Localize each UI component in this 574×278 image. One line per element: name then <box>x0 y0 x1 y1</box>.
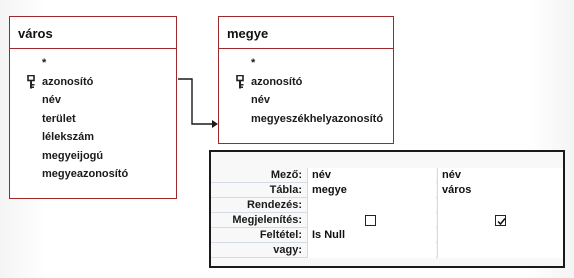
grid-row-sort: Rendezés: <box>211 198 563 213</box>
grid-cell-show-1 <box>307 213 436 228</box>
grid-cell-table-1[interactable]: megye <box>307 183 436 198</box>
grid-cell-criteria-1[interactable]: Is Null <box>307 228 436 243</box>
grid-row-criteria: Feltétel: Is Null <box>211 228 563 243</box>
grid-row-or: vagy: <box>211 243 563 258</box>
row-label-criteria: Feltétel: <box>259 229 302 241</box>
grid-cell-or-1[interactable] <box>307 243 436 258</box>
grid-row-table: Tábla: megye város <box>211 183 563 198</box>
row-label-sort: Rendezés: <box>246 199 302 211</box>
grid-row-show: Megjelenítés: <box>211 213 563 228</box>
row-label-field: Mező: <box>270 169 302 181</box>
grid-cell-or-2[interactable] <box>437 243 563 258</box>
grid-cell-criteria-2[interactable] <box>437 228 563 243</box>
grid-cell-sort-2[interactable] <box>437 198 563 213</box>
grid-cell-field-1[interactable]: név <box>307 168 436 183</box>
show-checkbox-2[interactable] <box>495 215 506 226</box>
query-design-grid: Mező: név név Tábla: megye város Rendezé… <box>209 150 565 268</box>
checkmark-icon <box>497 218 506 226</box>
grid-row-field: Mező: név név <box>211 168 563 183</box>
grid-cell-table-2[interactable]: város <box>437 183 563 198</box>
row-label-or: vagy: <box>273 244 302 256</box>
show-checkbox-1[interactable] <box>365 215 376 226</box>
row-label-show: Megjelenítés: <box>232 214 302 226</box>
grid-cell-sort-1[interactable] <box>307 198 436 213</box>
row-label-table: Tábla: <box>269 184 302 196</box>
grid-cell-show-2 <box>437 213 563 228</box>
grid-cell-field-2[interactable]: név <box>437 168 563 183</box>
